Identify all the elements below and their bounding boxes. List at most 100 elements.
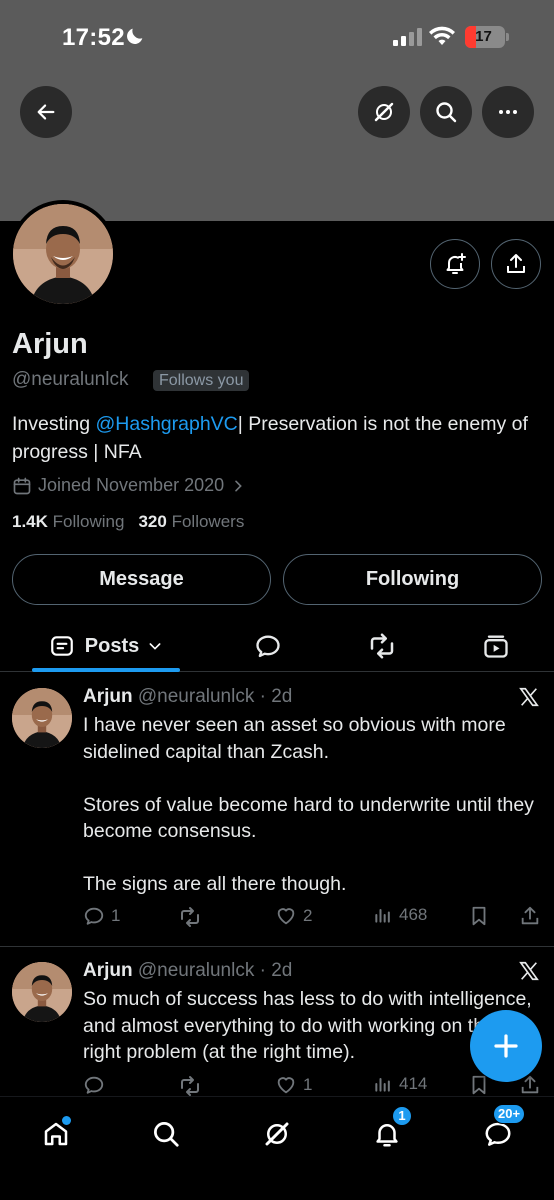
notify-button[interactable] [430,239,480,289]
bookmark-icon [472,906,486,926]
notify-add-icon [446,253,466,274]
views-icon [375,909,390,923]
view-count: 414 [399,1074,428,1093]
battery-indicator: 17 [465,26,505,48]
profile-avatar[interactable] [9,200,117,308]
follow-stats: 1.4K Following 320 Followers [12,512,244,532]
compose-button[interactable] [470,1010,542,1082]
x-logo-icon [519,687,539,707]
tweet-header: Arjun @neuralunlck · 2d [83,686,292,708]
grok-icon [374,102,394,122]
more-icon [499,110,517,114]
following-count: 1.4K [12,512,48,531]
message-button[interactable]: Message [12,554,271,605]
search-icon [154,1122,179,1147]
bookmark-icon [472,1075,486,1095]
share-profile-button[interactable] [491,239,541,289]
media-icon [484,635,508,658]
active-tab-indicator [32,668,180,672]
joined-label: Joined November 2020 [38,475,225,495]
tab-replies[interactable] [242,620,294,672]
joined-date[interactable]: Joined November 2020 [12,475,246,496]
tweet-author-name[interactable]: Arjun [83,686,133,707]
messages-badge: 20+ [493,1104,526,1124]
share-icon [521,906,539,925]
tweet-header: Arjun @neuralunlck · 2d [83,960,292,982]
status-time: 17:52 [62,24,125,51]
search-button[interactable] [420,86,472,138]
like-count: 2 [303,906,313,925]
tweet-text: I have never seen an asset so obvious wi… [83,714,534,895]
share-icon [507,254,525,273]
followers-stat[interactable]: 320 Followers [138,512,244,532]
following-button[interactable]: Following [283,554,542,605]
profile-handle: @neuralunlck [12,369,129,390]
tab-posts[interactable]: Posts [32,620,180,672]
signal-icon [393,28,422,46]
tab-reposts[interactable] [356,620,408,672]
chevron-right-icon [235,480,242,491]
views-button[interactable]: 414 [373,1074,427,1094]
views-button[interactable]: 468 [373,905,427,925]
back-button[interactable] [20,86,72,138]
wifi-icon [429,26,455,45]
profile-bio: Investing @HashgraphVC| Preservation is … [12,410,542,466]
search-icon [436,102,457,123]
tweet-actions: 1 2 468 [83,905,543,931]
nav-messages[interactable]: 20+ [473,1104,526,1159]
moon-icon [127,28,143,44]
battery-level: 17 [475,28,492,45]
nav-notifications[interactable]: 1 [362,1106,412,1159]
views-icon [375,1078,390,1092]
bookmark-button[interactable] [468,1074,490,1096]
repost-icon [370,633,394,659]
like-button[interactable]: 1 [275,1074,312,1096]
like-count: 1 [303,1075,313,1094]
following-label: Following [52,512,125,531]
bookmark-button[interactable] [468,905,490,927]
status-bar: 17:52 17 [0,0,554,76]
tweet-avatar[interactable] [12,962,72,1022]
followers-count: 320 [138,512,167,531]
tab-posts-label: Posts [84,634,140,657]
like-icon [277,1077,295,1094]
nav-grok[interactable] [252,1109,302,1159]
tweet-text: So much of success has less to do with i… [83,988,532,1063]
bottom-nav: 1 20+ [0,1096,554,1200]
tweet-author-name[interactable]: Arjun [83,960,133,981]
nav-home[interactable] [31,1109,81,1159]
bio-text: Investing [12,413,96,435]
tab-media[interactable] [470,620,522,672]
tweet-avatar[interactable] [12,688,72,748]
reply-button[interactable] [83,1074,105,1096]
x-logo-icon [519,961,539,981]
more-button[interactable] [482,86,534,138]
profile-tabs: Posts [0,620,554,672]
reply-icon [256,635,280,658]
grok-icon [265,1122,289,1146]
view-count: 468 [399,905,428,924]
following-stat[interactable]: 1.4K Following [12,512,124,532]
plus-icon [494,1034,518,1058]
repost-icon [181,1076,199,1096]
grok-button[interactable] [358,86,410,138]
bio-mention-link[interactable]: @HashgraphVC [95,413,237,435]
tweet-divider [0,946,554,947]
follows-you-badge: Follows you [153,370,250,391]
repost-icon [181,907,199,927]
home-unread-dot [62,1116,71,1125]
reply-count: 1 [111,906,121,925]
like-button[interactable]: 2 [275,905,312,927]
profile-name: Arjun [12,328,88,360]
reply-button[interactable]: 1 [83,905,120,927]
posts-icon [50,636,73,656]
reply-icon [84,1076,104,1094]
repost-button[interactable] [178,905,202,929]
calendar-icon [13,477,31,494]
reply-icon [84,907,104,925]
nav-search[interactable] [141,1109,191,1159]
repost-button[interactable] [178,1074,202,1098]
share-button[interactable] [519,905,541,927]
tweet-meta: @neuralunlck · 2d [137,686,293,707]
followers-label: Followers [171,512,245,531]
